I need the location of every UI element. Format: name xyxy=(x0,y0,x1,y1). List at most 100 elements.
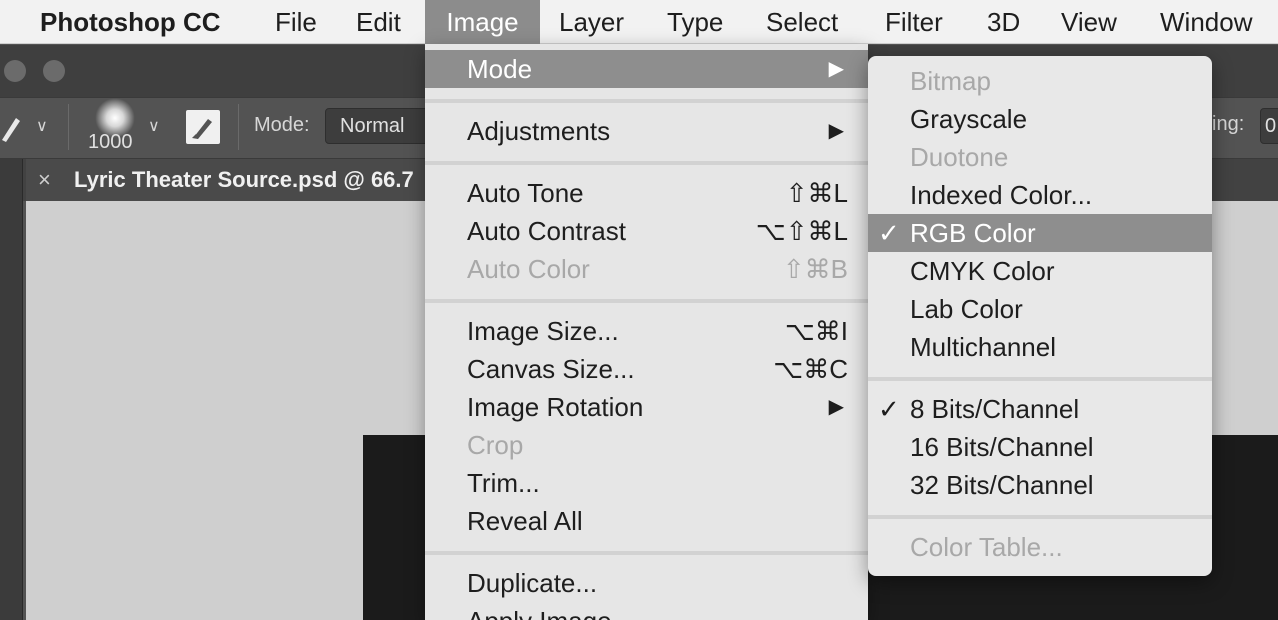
menu-item-auto-color: Auto Color ⇧⌘B xyxy=(425,250,868,288)
menu-item-label: Reveal All xyxy=(467,506,583,536)
submenu-item-8-bits[interactable]: ✓ 8 Bits/Channel xyxy=(868,390,1212,428)
menu-item-label: Auto Contrast xyxy=(467,216,626,246)
menu-filter[interactable]: Filter xyxy=(885,0,943,44)
shortcut-label: ⌥⌘I xyxy=(784,316,848,346)
brush-size-value: 1000 xyxy=(88,131,133,153)
menu-item-canvas-size[interactable]: Canvas Size... ⌥⌘C xyxy=(425,350,868,388)
menu-window[interactable]: Window xyxy=(1160,0,1252,44)
smoothing-label: ing: xyxy=(1212,113,1245,135)
menu-item-label: RGB Color xyxy=(910,218,1036,248)
close-icon[interactable]: × xyxy=(38,167,51,193)
smoothing-field[interactable]: 0 xyxy=(1260,108,1278,144)
window-minimize-button[interactable] xyxy=(43,60,65,82)
menu-divider xyxy=(425,99,868,103)
menu-layer[interactable]: Layer xyxy=(559,0,624,44)
menu-item-auto-contrast[interactable]: Auto Contrast ⌥⇧⌘L xyxy=(425,212,868,250)
menu-item-label: Mode xyxy=(467,54,533,84)
smoothing-value: 0 xyxy=(1265,115,1277,137)
submenu-item-16-bits[interactable]: 16 Bits/Channel xyxy=(868,428,1212,466)
menu-item-label: Image Size... xyxy=(467,316,619,346)
mode-submenu: Bitmap Grayscale Duotone Indexed Color..… xyxy=(868,56,1212,576)
menu-item-reveal-all[interactable]: Reveal All xyxy=(425,502,868,540)
menu-3d[interactable]: 3D xyxy=(987,0,1020,44)
menu-item-label: 8 Bits/Channel xyxy=(910,394,1080,424)
submenu-item-bitmap: Bitmap xyxy=(868,62,1212,100)
menu-item-label: Crop xyxy=(467,430,524,460)
menu-item-label: Multichannel xyxy=(910,332,1056,362)
submenu-item-lab-color[interactable]: Lab Color xyxy=(868,290,1212,328)
submenu-item-rgb-color[interactable]: ✓ RGB Color xyxy=(868,214,1212,252)
menu-item-trim[interactable]: Trim... xyxy=(425,464,868,502)
submenu-item-indexed-color[interactable]: Indexed Color... xyxy=(868,176,1212,214)
mode-label: Mode: xyxy=(254,114,310,136)
menu-item-label: Grayscale xyxy=(910,104,1028,134)
submenu-item-color-table: Color Table... xyxy=(868,528,1212,566)
submenu-item-multichannel[interactable]: Multichannel xyxy=(868,328,1212,366)
menu-item-image-rotation[interactable]: Image Rotation ▶ xyxy=(425,388,868,426)
menu-item-label: Lab Color xyxy=(910,294,1023,324)
submenu-arrow-icon: ▶ xyxy=(828,396,844,418)
menu-item-apply-image[interactable]: Apply Image... xyxy=(425,602,868,620)
menu-item-label: Duplicate... xyxy=(467,568,598,598)
app-menu[interactable]: Photoshop CC xyxy=(40,0,221,44)
brush-panel-toggle-icon[interactable] xyxy=(186,110,220,144)
menu-divider xyxy=(868,515,1212,519)
menu-edit[interactable]: Edit xyxy=(356,0,401,44)
checkmark-icon: ✓ xyxy=(878,218,900,248)
submenu-item-grayscale[interactable]: Grayscale xyxy=(868,100,1212,138)
menu-item-label: Adjustments xyxy=(467,116,611,146)
menu-item-label: 16 Bits/Channel xyxy=(910,432,1094,462)
menu-item-label: Auto Tone xyxy=(467,178,584,208)
menu-item-label: Apply Image... xyxy=(467,602,633,620)
menu-item-label: Canvas Size... xyxy=(467,354,635,384)
menu-item-adjustments[interactable]: Adjustments ▶ xyxy=(425,112,868,150)
divider xyxy=(238,104,239,150)
submenu-item-32-bits[interactable]: 32 Bits/Channel xyxy=(868,466,1212,504)
photoshop-window: Photoshop CC File Edit Image Layer Type … xyxy=(0,0,1278,620)
menu-divider xyxy=(425,161,868,165)
submenu-item-cmyk-color[interactable]: CMYK Color xyxy=(868,252,1212,290)
menu-item-label: Bitmap xyxy=(910,66,991,96)
menu-select[interactable]: Select xyxy=(766,0,838,44)
menu-image[interactable]: Image xyxy=(425,0,540,44)
menu-item-label: CMYK Color xyxy=(910,256,1055,286)
tools-panel xyxy=(0,159,23,620)
document-title: Lyric Theater Source.psd @ 66.7 xyxy=(74,167,414,192)
menu-item-label: Image Rotation xyxy=(467,392,644,422)
menu-view[interactable]: View xyxy=(1061,0,1117,44)
menu-file[interactable]: File xyxy=(275,0,317,44)
menu-bar: Photoshop CC File Edit Image Layer Type … xyxy=(0,0,1278,44)
menu-divider xyxy=(868,377,1212,381)
menu-item-label: Trim... xyxy=(467,468,540,498)
submenu-arrow-icon: ▶ xyxy=(828,120,844,142)
chevron-down-icon[interactable]: ∨ xyxy=(36,116,48,136)
shortcut-label: ⇧⌘L xyxy=(785,178,848,208)
blend-mode-value: Normal xyxy=(340,115,405,137)
menu-item-mode[interactable]: Mode ▶ xyxy=(425,50,868,88)
shortcut-label: ⌥⌘C xyxy=(773,354,848,384)
image-menu: Mode ▶ Adjustments ▶ Auto Tone ⇧⌘L Auto … xyxy=(425,44,868,620)
menu-item-label: Duotone xyxy=(910,142,1009,172)
menu-item-crop: Crop xyxy=(425,426,868,464)
window-close-button[interactable] xyxy=(4,60,26,82)
submenu-arrow-icon: ▶ xyxy=(828,58,844,80)
shortcut-label: ⇧⌘B xyxy=(782,254,848,284)
menu-divider xyxy=(425,551,868,555)
chevron-down-icon[interactable]: ∨ xyxy=(148,116,160,136)
divider xyxy=(68,104,69,150)
shortcut-label: ⌥⇧⌘L xyxy=(755,216,848,246)
menu-item-auto-tone[interactable]: Auto Tone ⇧⌘L xyxy=(425,174,868,212)
submenu-item-duotone: Duotone xyxy=(868,138,1212,176)
menu-type[interactable]: Type xyxy=(667,0,723,44)
blend-mode-select[interactable]: Normal xyxy=(325,108,435,144)
menu-item-image-size[interactable]: Image Size... ⌥⌘I xyxy=(425,312,868,350)
menu-item-duplicate[interactable]: Duplicate... xyxy=(425,564,868,602)
menu-item-label: Color Table... xyxy=(910,532,1063,562)
menu-item-label: 32 Bits/Channel xyxy=(910,470,1094,500)
menu-item-label: Indexed Color... xyxy=(910,180,1093,210)
menu-item-label: Auto Color xyxy=(467,254,590,284)
document-tab[interactable]: × Lyric Theater Source.psd @ 66.7 xyxy=(26,159,426,201)
checkmark-icon: ✓ xyxy=(878,394,900,424)
menu-divider xyxy=(425,299,868,303)
brush-tool-icon[interactable] xyxy=(0,112,22,142)
